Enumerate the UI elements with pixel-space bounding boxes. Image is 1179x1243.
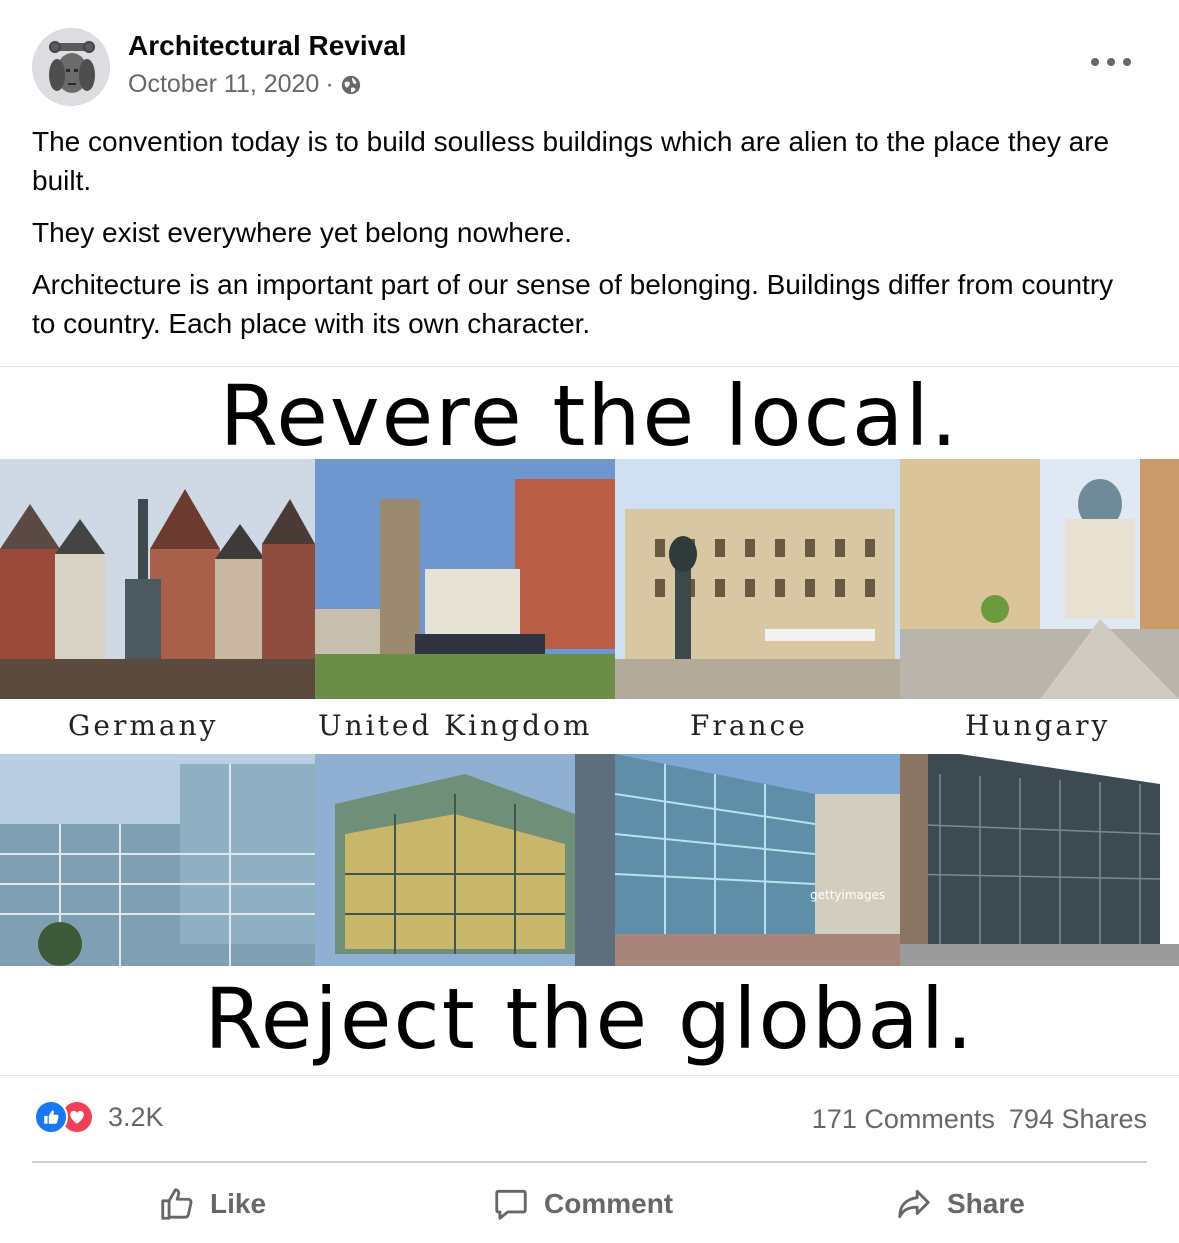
thumbs-up-icon — [161, 1188, 193, 1220]
modern-building-photo-3: gettyimages — [615, 754, 900, 966]
country-labels: Germany United Kingdom France Hungary — [0, 705, 1179, 750]
divider — [32, 1161, 1147, 1163]
facebook-post: Architectural Revival October 11, 2020 ·… — [0, 0, 1179, 1243]
share-button[interactable]: Share — [895, 1175, 1025, 1233]
shares-count-link[interactable]: 794 Shares — [1009, 1104, 1147, 1135]
germany-photo — [0, 459, 315, 699]
france-photo — [615, 459, 900, 699]
image-headline-bottom: Reject the global. — [204, 970, 975, 1068]
like-label: Like — [210, 1188, 267, 1219]
like-icon — [34, 1100, 68, 1134]
engagement-counts: 171 Comments 794 Shares — [812, 1104, 1147, 1135]
country-label-germany: Germany — [68, 709, 219, 742]
modern-building-photo-4 — [900, 754, 1179, 966]
meta-separator: · — [325, 70, 334, 98]
united-kingdom-photo — [315, 459, 615, 699]
reaction-count: 3.2K — [108, 1101, 164, 1132]
watermark-text: gettyimages — [810, 888, 885, 902]
country-label-united-kingdom: United Kingdom — [318, 709, 593, 742]
page-avatar[interactable] — [32, 28, 110, 106]
local-architecture-row — [0, 459, 1179, 699]
post-paragraph: The convention today is to build soulles… — [32, 126, 1110, 196]
comment-bubble-icon — [495, 1189, 527, 1220]
hungary-photo — [900, 459, 1179, 699]
post-actions: Like Comment Share — [0, 1175, 1179, 1233]
share-arrow-icon — [898, 1189, 930, 1219]
post-text: The convention today is to build soulles… — [32, 122, 1142, 356]
country-label-hungary: Hungary — [965, 709, 1111, 742]
reactions-summary[interactable]: 3.2K — [34, 1100, 164, 1134]
modern-building-photo-1 — [0, 754, 315, 966]
comment-label: Comment — [544, 1188, 674, 1219]
global-architecture-row: gettyimages — [0, 754, 1179, 966]
page-name-link[interactable]: Architectural Revival — [128, 30, 407, 62]
post-paragraph: Architecture is an important part of our… — [32, 269, 1114, 339]
post-date[interactable]: October 11, 2020 — [128, 70, 319, 99]
comments-count-link[interactable]: 171 Comments — [812, 1104, 995, 1135]
post-meta: October 11, 2020 · — [128, 70, 362, 99]
country-label-france: France — [690, 709, 808, 742]
modern-building-photo-2 — [315, 754, 615, 966]
comment-button[interactable]: Comment — [492, 1175, 673, 1233]
globe-icon[interactable] — [340, 74, 362, 96]
image-headline-top: Revere the local. — [219, 367, 960, 465]
share-label: Share — [947, 1188, 1025, 1219]
post-paragraph: They exist everywhere yet belong nowhere… — [32, 217, 573, 248]
more-options-icon[interactable] — [1091, 50, 1131, 74]
like-button[interactable]: Like — [158, 1175, 266, 1233]
post-image[interactable]: Revere the local. Germany United Kingdom… — [0, 366, 1179, 1076]
